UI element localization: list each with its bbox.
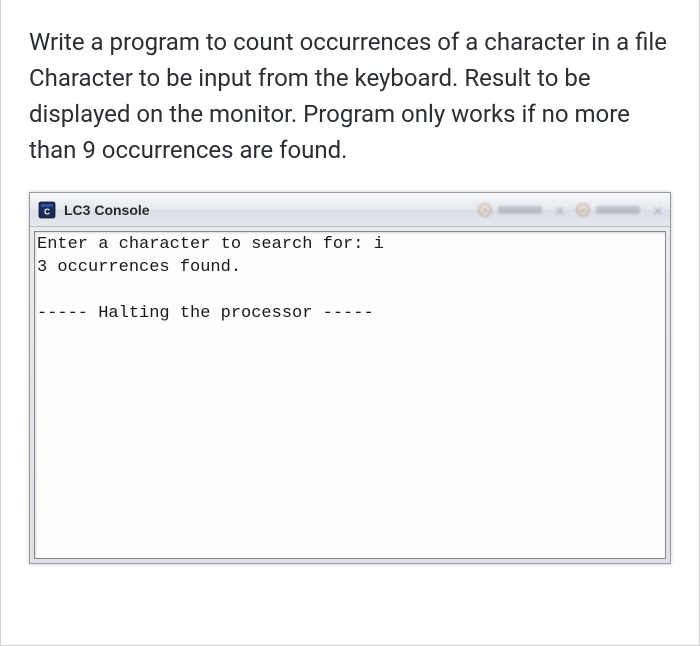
title-bar-extras: ✕ ✕	[478, 203, 662, 217]
blurred-control: ✕	[554, 205, 564, 215]
svg-text:C: C	[44, 207, 50, 216]
question-text: Write a program to count occurrences of …	[29, 24, 671, 168]
window-title: LC3 Console	[64, 202, 150, 218]
blurred-control	[478, 203, 542, 217]
blurred-control	[576, 203, 640, 217]
blurred-control: ✕	[652, 205, 662, 215]
console-window: C LC3 Console ✕ ✕ Enter a character to s…	[29, 192, 671, 564]
console-output: Enter a character to search for: i 3 occ…	[34, 231, 666, 559]
title-bar: C LC3 Console ✕ ✕	[30, 193, 670, 227]
app-icon: C	[38, 201, 56, 219]
